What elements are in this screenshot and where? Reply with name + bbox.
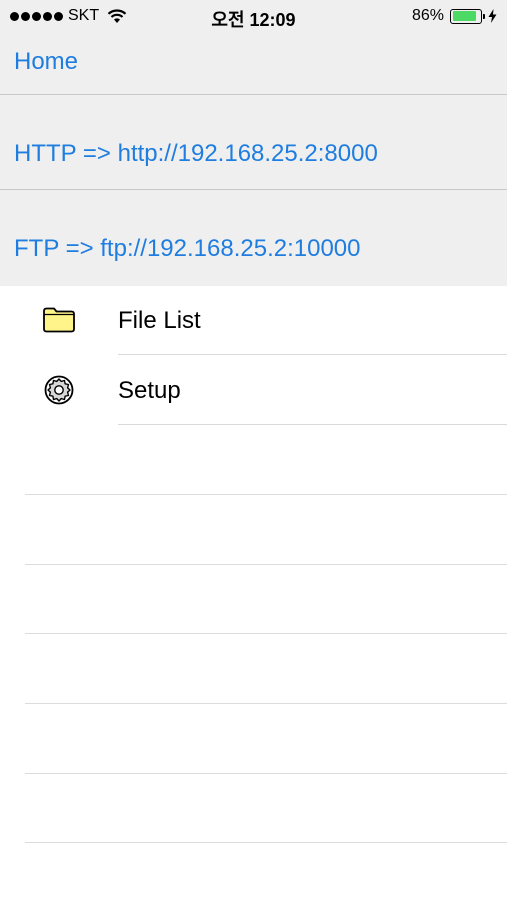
menu-item-label: Setup	[118, 377, 181, 404]
status-bar: SKT 오전 12:09 86%	[0, 0, 507, 36]
ftp-address[interactable]: FTP => ftp://192.168.25.2:10000	[14, 235, 361, 263]
menu-item-label: File List	[118, 307, 201, 334]
divider	[118, 424, 507, 425]
battery-tip	[483, 13, 485, 19]
http-address[interactable]: HTTP => http://192.168.25.2:8000	[14, 140, 378, 168]
home-button[interactable]: Home	[14, 48, 78, 76]
divider	[118, 354, 507, 355]
empty-row-divider	[25, 494, 507, 495]
battery-percent: 86%	[411, 7, 444, 24]
empty-row-divider	[25, 842, 507, 843]
http-server-row: HTTP => http://192.168.25.2:8000	[0, 95, 507, 190]
empty-row-divider	[25, 633, 507, 634]
empty-row-divider	[25, 564, 507, 565]
battery-fill	[452, 11, 476, 21]
ftp-server-row: FTP => ftp://192.168.25.2:10000	[0, 190, 507, 286]
navigation-bar: Home	[0, 36, 507, 95]
empty-row-divider	[25, 703, 507, 704]
empty-row-divider	[25, 773, 507, 774]
charging-bolt-icon	[488, 9, 497, 23]
menu-item-file-list[interactable]: File List	[0, 286, 507, 355]
folder-icon	[43, 307, 75, 333]
battery-icon	[450, 8, 485, 24]
status-right: 86%	[412, 7, 497, 25]
menu-item-setup[interactable]: Setup	[0, 356, 507, 425]
gear-icon	[44, 375, 74, 405]
